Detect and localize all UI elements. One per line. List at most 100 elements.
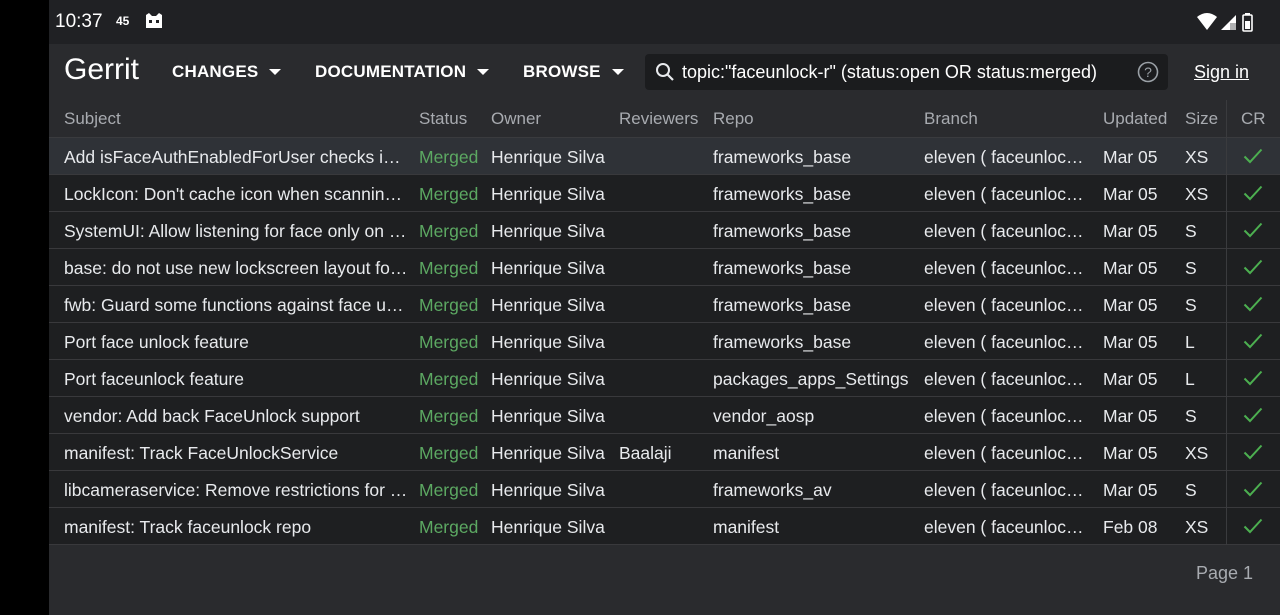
- row-updated: Mar 05: [1103, 147, 1158, 167]
- row-branch-link[interactable]: eleven ( faceunlock-r ): [924, 221, 1086, 242]
- row-subject-link[interactable]: vendor: Add back FaceUnlock support: [64, 406, 409, 427]
- table-row[interactable]: base: do not use new lockscreen layout f…: [49, 249, 1280, 286]
- row-cr-cell: [1226, 138, 1280, 175]
- row-repo-link[interactable]: manifest: [713, 517, 779, 538]
- check-icon: [1243, 185, 1263, 201]
- col-status[interactable]: Status: [419, 109, 467, 129]
- row-subject-link[interactable]: Port faceunlock feature: [64, 369, 409, 390]
- nav-browse-menu[interactable]: BROWSE: [523, 62, 624, 82]
- row-repo-link[interactable]: frameworks_base: [713, 147, 851, 168]
- row-owner-link[interactable]: Henrique Silva: [491, 258, 605, 279]
- wifi-icon: [1197, 13, 1217, 30]
- row-branch-link[interactable]: eleven ( faceunlock-r ): [924, 406, 1086, 427]
- row-subject-link[interactable]: manifest: Track faceunlock repo: [64, 517, 409, 538]
- row-repo-link[interactable]: frameworks_base: [713, 184, 851, 205]
- row-updated: Mar 05: [1103, 221, 1158, 241]
- table-body: Add isFaceAuthEnabledForUser checks in K…: [49, 138, 1280, 545]
- row-size: S: [1185, 406, 1197, 426]
- check-icon: [1243, 481, 1263, 497]
- row-subject-link[interactable]: SystemUI: Allow listening for face only …: [64, 221, 409, 242]
- col-size[interactable]: Size: [1185, 109, 1218, 129]
- nav-browse-label: BROWSE: [523, 62, 601, 81]
- row-size: XS: [1185, 184, 1209, 204]
- row-subject-link[interactable]: fwb: Guard some functions against face u…: [64, 295, 409, 316]
- row-owner-link[interactable]: Henrique Silva: [491, 147, 605, 168]
- check-icon: [1243, 148, 1263, 164]
- system-icons: [1197, 13, 1253, 32]
- table-row[interactable]: manifest: Track faceunlock repo Merged Hen…: [49, 508, 1280, 545]
- table-row[interactable]: libcameraservice: Remove restrictions fo…: [49, 471, 1280, 508]
- status-indicator: 45: [116, 14, 130, 28]
- row-branch-link[interactable]: eleven ( faceunlock-r ): [924, 258, 1086, 279]
- check-icon: [1243, 333, 1263, 349]
- col-owner[interactable]: Owner: [491, 109, 541, 129]
- row-cr-cell: [1226, 434, 1280, 471]
- row-branch-link[interactable]: eleven ( faceunlock-r ): [924, 443, 1086, 464]
- chevron-down-icon: [611, 69, 624, 75]
- row-owner-link[interactable]: Henrique Silva: [491, 221, 605, 242]
- row-branch-link[interactable]: eleven ( faceunlock-r ): [924, 369, 1086, 390]
- row-branch-link[interactable]: eleven ( faceunlock-r ): [924, 517, 1086, 538]
- col-cr[interactable]: CR: [1226, 100, 1280, 138]
- signal-icon: [1221, 15, 1236, 30]
- row-status: Merged: [419, 406, 479, 426]
- row-updated: Mar 05: [1103, 406, 1158, 426]
- row-subject-link[interactable]: Add isFaceAuthEnabledForUser checks in K…: [64, 147, 409, 168]
- table-row[interactable]: manifest: Track FaceUnlockService Merged H…: [49, 434, 1280, 471]
- row-owner-link[interactable]: Henrique Silva: [491, 184, 605, 205]
- row-owner-link[interactable]: Henrique Silva: [491, 295, 605, 316]
- table-row[interactable]: Port face unlock feature Merged Henrique S…: [49, 323, 1280, 360]
- nav-changes-label: CHANGES: [172, 62, 259, 81]
- search-input[interactable]: [682, 57, 1127, 87]
- row-subject-link[interactable]: Port face unlock feature: [64, 332, 409, 353]
- row-owner-link[interactable]: Henrique Silva: [491, 406, 605, 427]
- row-reviewers-link[interactable]: Baalaji: [619, 443, 672, 464]
- help-icon[interactable]: ?: [1137, 61, 1159, 83]
- row-updated: Mar 05: [1103, 480, 1158, 500]
- row-repo-link[interactable]: frameworks_base: [713, 295, 851, 316]
- check-icon: [1243, 370, 1263, 386]
- row-subject-link[interactable]: libcameraservice: Remove restrictions fo…: [64, 480, 409, 501]
- table-row[interactable]: Port faceunlock feature Merged Henrique Si…: [49, 360, 1280, 397]
- col-branch[interactable]: Branch: [924, 109, 1086, 129]
- row-branch-link[interactable]: eleven ( faceunlock-r ): [924, 480, 1086, 501]
- row-repo-link[interactable]: frameworks_base: [713, 221, 851, 242]
- row-owner-link[interactable]: Henrique Silva: [491, 517, 605, 538]
- row-subject-link[interactable]: manifest: Track FaceUnlockService: [64, 443, 409, 464]
- table-row[interactable]: vendor: Add back FaceUnlock support Merge…: [49, 397, 1280, 434]
- col-reviewers[interactable]: Reviewers: [619, 109, 698, 129]
- row-owner-link[interactable]: Henrique Silva: [491, 332, 605, 353]
- row-repo-link[interactable]: frameworks_base: [713, 332, 851, 353]
- row-owner-link[interactable]: Henrique Silva: [491, 443, 605, 464]
- row-status: Merged: [419, 369, 479, 389]
- row-repo-link[interactable]: manifest: [713, 443, 779, 464]
- row-size: S: [1185, 258, 1197, 278]
- row-status: Merged: [419, 147, 479, 167]
- row-branch-link[interactable]: eleven ( faceunlock-r ): [924, 147, 1086, 168]
- col-updated[interactable]: Updated: [1103, 109, 1167, 129]
- table-footer: Page 1: [49, 546, 1280, 615]
- table-row[interactable]: LockIcon: Don't cache icon when scanning…: [49, 175, 1280, 212]
- row-subject-link[interactable]: base: do not use new lockscreen layout f…: [64, 258, 409, 279]
- nav-documentation-menu[interactable]: DOCUMENTATION: [315, 62, 490, 82]
- row-repo-link[interactable]: frameworks_base: [713, 258, 851, 279]
- row-owner-link[interactable]: Henrique Silva: [491, 480, 605, 501]
- row-repo-link[interactable]: frameworks_av: [713, 480, 832, 501]
- row-subject-link[interactable]: LockIcon: Don't cache icon when scanning…: [64, 184, 409, 205]
- col-repo[interactable]: Repo: [713, 109, 754, 129]
- row-owner-link[interactable]: Henrique Silva: [491, 369, 605, 390]
- row-branch-link[interactable]: eleven ( faceunlock-r ): [924, 295, 1086, 316]
- col-subject[interactable]: Subject: [64, 109, 409, 129]
- row-repo-link[interactable]: vendor_aosp: [713, 406, 814, 427]
- row-size: XS: [1185, 517, 1209, 537]
- row-size: XS: [1185, 443, 1209, 463]
- row-size: S: [1185, 221, 1197, 241]
- table-row[interactable]: Add isFaceAuthEnabledForUser checks in K…: [49, 138, 1280, 175]
- nav-changes-menu[interactable]: CHANGES: [172, 62, 282, 82]
- table-row[interactable]: SystemUI: Allow listening for face only …: [49, 212, 1280, 249]
- sign-in-link[interactable]: Sign in: [1194, 62, 1249, 83]
- row-repo-link[interactable]: packages_apps_Settings: [713, 369, 909, 390]
- row-branch-link[interactable]: eleven ( faceunlock-r ): [924, 332, 1086, 353]
- row-branch-link[interactable]: eleven ( faceunlock-r ): [924, 184, 1086, 205]
- table-row[interactable]: fwb: Guard some functions against face u…: [49, 286, 1280, 323]
